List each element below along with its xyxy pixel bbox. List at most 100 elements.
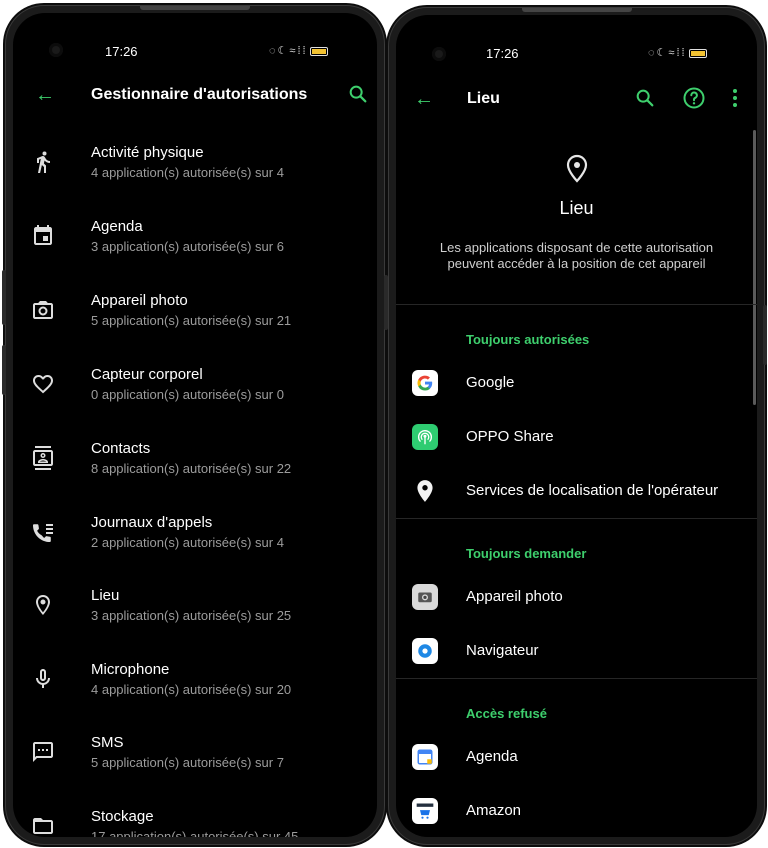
permission-title: Lieu (559, 198, 594, 218)
app-name: OPPO Share (466, 428, 554, 445)
app-name: Appareil photo (466, 588, 563, 605)
section-header-allowed: Toujours autorisées (466, 332, 590, 347)
moon-icon: ☾ (277, 45, 290, 57)
section-header-ask: Toujours demander (466, 546, 587, 561)
sms-icon (33, 742, 53, 762)
permission-item[interactable]: Lieu 3 application(s) autorisée(s) sur 2… (13, 587, 377, 661)
permission-item[interactable]: Appareil photo 5 application(s) autorisé… (13, 292, 377, 366)
section-header-denied: Accès refusé (466, 706, 547, 721)
permission-summary: 0 application(s) autorisée(s) sur 0 (91, 387, 284, 402)
permission-summary: 8 application(s) autorisée(s) sur 22 (91, 461, 292, 476)
data-saver-icon: ◌ (269, 45, 278, 57)
speaker-grille (140, 6, 250, 10)
speaker-grille (521, 8, 632, 12)
left-screen: 17:26 ◌☾≈⁞⁞ ← Gestionnaire d'autorisatio… (13, 13, 377, 837)
app-item[interactable]: Appareil photo (396, 578, 757, 618)
oppo-share-icon (412, 424, 438, 450)
status-bar: 17:26 ◌☾≈⁞⁞ (396, 15, 757, 61)
app-item[interactable]: Amazon (396, 792, 757, 832)
app-bar: ← Lieu (396, 81, 757, 125)
volume-button (2, 345, 6, 395)
location-icon (566, 154, 588, 183)
permission-summary: 5 application(s) autorisée(s) sur 21 (91, 313, 292, 328)
google-icon (412, 370, 438, 396)
more-options-icon[interactable] (730, 87, 740, 109)
permission-summary: 3 application(s) autorisée(s) sur 25 (91, 608, 292, 623)
permission-name: Capteur corporel (91, 366, 203, 383)
back-arrow-icon[interactable]: ← (414, 89, 434, 109)
permission-name: Appareil photo (91, 292, 188, 309)
amazon-icon (412, 798, 438, 824)
location-icon (36, 595, 50, 615)
permission-name: Agenda (91, 218, 143, 235)
permission-item[interactable]: Capteur corporel 0 application(s) autori… (13, 366, 377, 440)
app-name: Google (466, 374, 515, 391)
permission-summary: 2 application(s) autorisée(s) sur 4 (91, 535, 284, 550)
call-log-icon (33, 524, 53, 542)
data-saver-icon: ◌ (648, 47, 657, 59)
permission-item[interactable]: Stockage 17 application(s) autorisée(s) … (13, 808, 377, 837)
page-title: Gestionnaire d'autorisations (91, 86, 308, 103)
app-item[interactable]: Agenda (396, 738, 757, 778)
divider (396, 304, 757, 305)
search-icon[interactable] (347, 83, 369, 105)
app-name: Navigateur (466, 642, 539, 659)
permission-summary: 5 application(s) autorisée(s) sur 7 (91, 755, 284, 770)
status-time: 17:26 (105, 44, 138, 59)
permission-name: SMS (91, 734, 124, 751)
calendar-app-icon (412, 744, 438, 770)
right-screen: 17:26 ◌☾≈⁞⁞ ← Lieu Lieu Les applications… (396, 15, 757, 837)
location-pin-icon (417, 480, 433, 502)
app-name: Amazon (466, 802, 522, 819)
microphone-icon (36, 669, 50, 688)
permission-name: Stockage (91, 808, 154, 825)
divider (396, 678, 757, 679)
camera-icon (33, 301, 53, 319)
permission-item[interactable]: Contacts 8 application(s) autorisée(s) s… (13, 440, 377, 514)
back-arrow-icon[interactable]: ← (35, 85, 55, 105)
permission-name: Microphone (91, 661, 170, 678)
status-bar: 17:26 ◌☾≈⁞⁞ (13, 13, 377, 59)
page-title: Lieu (467, 90, 500, 107)
permission-name: Activité physique (91, 144, 204, 161)
permission-summary: 4 application(s) autorisée(s) sur 4 (91, 165, 284, 180)
app-name: Agenda (466, 748, 518, 765)
search-icon[interactable] (634, 87, 656, 109)
permission-item[interactable]: Activité physique 4 application(s) autor… (13, 144, 377, 218)
app-item[interactable]: Navigateur (396, 632, 757, 672)
permission-item[interactable]: Journaux d'appels 2 application(s) autor… (13, 514, 377, 588)
heart-icon (33, 375, 53, 394)
permission-name: Lieu (91, 587, 120, 604)
app-item[interactable]: Services de localisation de l'opérateur (396, 472, 757, 512)
battery-icon (688, 48, 707, 58)
permission-summary: 4 application(s) autorisée(s) sur 20 (91, 682, 292, 697)
signal-icon: ⁞⁞ (297, 45, 308, 57)
browser-icon (412, 638, 438, 664)
permission-summary: 3 application(s) autorisée(s) sur 6 (91, 239, 284, 254)
app-name: Services de localisation de l'opérateur (466, 482, 719, 499)
left-phone: 17:26 ◌☾≈⁞⁞ ← Gestionnaire d'autorisatio… (6, 6, 384, 844)
battery-icon (309, 46, 328, 56)
power-button (384, 275, 388, 330)
status-icons: ◌☾≈⁞⁞ (648, 46, 707, 59)
status-time: 17:26 (486, 46, 519, 61)
permission-item[interactable]: Microphone 4 application(s) autorisée(s)… (13, 661, 377, 735)
calendar-icon (34, 225, 52, 245)
permission-summary: 17 application(s) autorisée(s) sur 45 (91, 829, 299, 837)
run-icon (37, 151, 50, 173)
permission-name: Contacts (91, 440, 151, 457)
help-icon[interactable] (682, 86, 706, 110)
signal-icon: ⁞⁞ (676, 47, 687, 59)
app-item[interactable]: OPPO Share (396, 418, 757, 458)
permission-item[interactable]: SMS 5 application(s) autorisée(s) sur 7 (13, 734, 377, 808)
app-item[interactable]: Google (396, 364, 757, 404)
power-button (2, 270, 6, 325)
moon-icon: ☾ (656, 47, 669, 59)
status-icons: ◌☾≈⁞⁞ (269, 44, 328, 57)
app-bar: ← Gestionnaire d'autorisations (13, 77, 377, 121)
permission-item[interactable]: Agenda 3 application(s) autorisée(s) sur… (13, 218, 377, 292)
permission-description: Les applications disposant de cette auto… (439, 240, 714, 271)
camera-app-icon (412, 584, 438, 610)
divider (396, 518, 757, 519)
contacts-icon (33, 446, 53, 470)
